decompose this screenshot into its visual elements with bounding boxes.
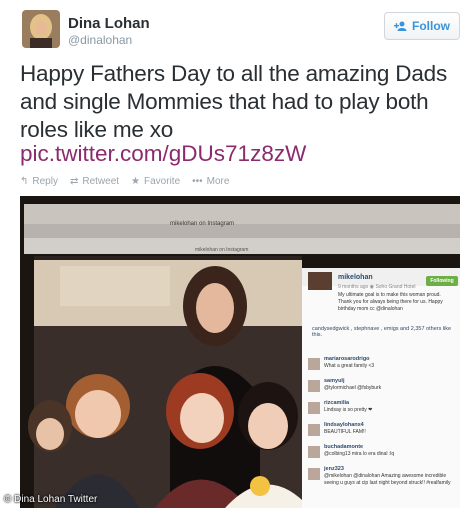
list-item: rizcamilia Lindsay is so pretty ❤ xyxy=(308,400,458,420)
star-icon: ★ xyxy=(131,176,141,187)
avatar-image xyxy=(22,10,60,48)
list-item: buchadamonte @colbing13 mira lo era dina… xyxy=(308,444,458,464)
address-bar: mikelohan on Instagram xyxy=(195,247,249,253)
list-item: samyulj @tylormichael @fsbyburk xyxy=(308,378,458,398)
instagram-likes: candysedgwick , stephnave , emigs and 2,… xyxy=(312,326,452,338)
instagram-username: mikelohan xyxy=(338,274,373,281)
avatar[interactable] xyxy=(22,10,60,48)
tweet-text: Happy Fathers Day to all the amazing Dad… xyxy=(20,61,448,142)
comment-text: @mikelohan @dinalohan Amazing awesome in… xyxy=(324,473,451,486)
avatar xyxy=(308,402,320,414)
more-icon: ••• xyxy=(192,176,203,187)
follow-label: Follow xyxy=(412,19,450,33)
comment-user: lindsaylohanx4 xyxy=(324,422,364,428)
tweet-photo[interactable]: mikelohan on Instagram mikelohan on Inst… xyxy=(20,196,460,508)
comment-text: Lindsay is so pretty ❤ xyxy=(324,407,373,413)
photo-credit: © Dina Lohan Twitter xyxy=(4,494,98,505)
tweet-actions: ↰ Reply ⇄ Retweet ★ Favorite ••• More xyxy=(20,176,229,187)
comment-user: mariarosarodrigo xyxy=(324,356,370,362)
avatar xyxy=(308,424,320,436)
instagram-caption: My ultimate goal is to make this woman p… xyxy=(338,292,443,312)
comment-text: What a great family <3 xyxy=(324,363,375,369)
more-action[interactable]: ••• More xyxy=(192,176,229,187)
comment-text: @colbing13 mira lo era dinal :lq xyxy=(324,451,395,457)
list-item: lindsaylohanx4 BEAUTIFUL FAM!! xyxy=(308,422,458,442)
avatar xyxy=(308,446,320,458)
comment-user: jenz323 xyxy=(324,466,344,472)
avatar xyxy=(308,358,320,370)
list-item: jenz323 @mikelohan @dinalohan Amazing aw… xyxy=(308,466,458,500)
instagram-meta: 9 months ago ◉ Soho Grand Hotel xyxy=(338,284,416,290)
comment-user: samyulj xyxy=(324,378,345,384)
list-item: mariarosarodrigo What a great family <3 xyxy=(308,356,458,376)
instagram-following-button: Following xyxy=(426,276,458,286)
tweet-card: Dina Lohan @dinalohan Follow Happy Fathe… xyxy=(0,0,474,508)
instagram-panel: mikelohan Following 9 months ago ◉ Soho … xyxy=(302,268,460,508)
favorite-action[interactable]: ★ Favorite xyxy=(131,176,180,187)
instagram-avatar xyxy=(308,272,332,290)
retweet-label: Retweet xyxy=(82,176,120,187)
comment-text: BEAUTIFUL FAM!! xyxy=(324,429,366,435)
reply-icon: ↰ xyxy=(20,176,29,187)
add-user-icon xyxy=(394,21,407,31)
retweet-action[interactable]: ⇄ Retweet xyxy=(70,176,119,187)
media-link[interactable]: pic.twitter.com/gDUs71z8zW xyxy=(20,141,306,167)
user-handle[interactable]: @dinalohan xyxy=(68,33,132,47)
avatar xyxy=(308,468,320,480)
comment-user: rizcamilia xyxy=(324,400,350,406)
favorite-label: Favorite xyxy=(144,176,181,187)
more-label: More xyxy=(206,176,230,187)
reply-label: Reply xyxy=(32,176,58,187)
retweet-icon: ⇄ xyxy=(69,176,79,187)
reply-action[interactable]: ↰ Reply xyxy=(20,176,58,187)
display-name[interactable]: Dina Lohan xyxy=(68,15,150,32)
avatar xyxy=(308,380,320,392)
window-title: mikelohan on Instagram xyxy=(170,221,235,227)
follow-button[interactable]: Follow xyxy=(384,12,460,40)
comment-user: buchadamonte xyxy=(324,444,364,450)
comment-text: @tylormichael @fsbyburk xyxy=(324,385,382,391)
